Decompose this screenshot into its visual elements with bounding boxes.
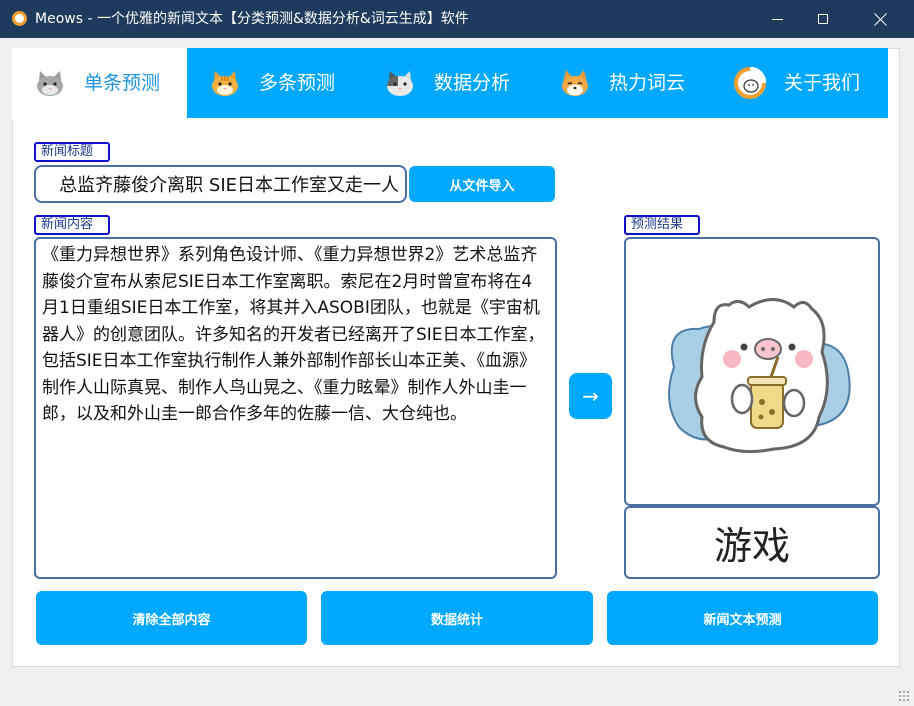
tab-data-analysis[interactable]: 数据分析 bbox=[362, 48, 537, 118]
cat-logo-icon bbox=[734, 67, 766, 99]
tab-label: 数据分析 bbox=[434, 72, 511, 94]
close-icon bbox=[874, 13, 887, 26]
cute-cat-with-drink-illustration bbox=[668, 297, 851, 453]
clear-all-button[interactable]: 清除全部内容 bbox=[36, 591, 307, 645]
resize-grip[interactable] bbox=[898, 690, 910, 702]
title-bar: Meows - 一个优雅的新闻文本【分类预测&数据分析&词云生成】软件 bbox=[0, 0, 914, 38]
tab-about-us[interactable]: 关于我们 bbox=[712, 48, 888, 118]
result-image-panel bbox=[624, 237, 880, 506]
predict-news-button[interactable]: 新闻文本预测 bbox=[607, 591, 878, 645]
tab-label: 单条预测 bbox=[84, 72, 161, 94]
news-title-input[interactable] bbox=[34, 165, 407, 203]
app-logo-icon bbox=[12, 11, 27, 26]
tab-bar: 单条预测 多条预测 数据分析 热力词云 关于我们 bbox=[12, 48, 888, 120]
news-content-textarea[interactable]: 《重力异想世界》系列角色设计师、《重力异想世界2》艺术总监齐藤俊介宣布从索尼SI… bbox=[34, 237, 557, 579]
tab-label: 热力词云 bbox=[609, 72, 686, 94]
shiba-dog-icon bbox=[562, 70, 588, 96]
window-title: Meows - 一个优雅的新闻文本【分类预测&数据分析&词云生成】软件 bbox=[35, 11, 469, 27]
prediction-result-label: 预测结果 bbox=[624, 215, 700, 235]
minimize-button[interactable] bbox=[754, 0, 800, 38]
tab-single-prediction[interactable]: 单条预测 bbox=[12, 48, 187, 120]
maximize-icon bbox=[818, 14, 828, 24]
import-from-file-button[interactable]: 从文件导入 bbox=[409, 166, 555, 202]
predict-arrow-button[interactable]: → bbox=[569, 373, 612, 419]
calico-cat-icon bbox=[386, 71, 413, 96]
tab-label: 关于我们 bbox=[784, 72, 861, 94]
tabby-cat-icon bbox=[212, 71, 238, 96]
data-statistics-button[interactable]: 数据统计 bbox=[321, 591, 593, 645]
minimize-icon bbox=[771, 18, 783, 20]
tab-multi-prediction[interactable]: 多条预测 bbox=[187, 48, 362, 118]
news-title-label: 新闻标题 bbox=[34, 142, 110, 162]
tab-word-cloud[interactable]: 热力词云 bbox=[537, 48, 712, 118]
news-content-label: 新闻内容 bbox=[34, 215, 110, 235]
close-button[interactable] bbox=[846, 0, 914, 38]
gray-cat-icon bbox=[37, 71, 63, 96]
prediction-result-text: 游戏 bbox=[624, 506, 880, 579]
tab-label: 多条预测 bbox=[259, 72, 336, 94]
maximize-button[interactable] bbox=[800, 0, 846, 38]
